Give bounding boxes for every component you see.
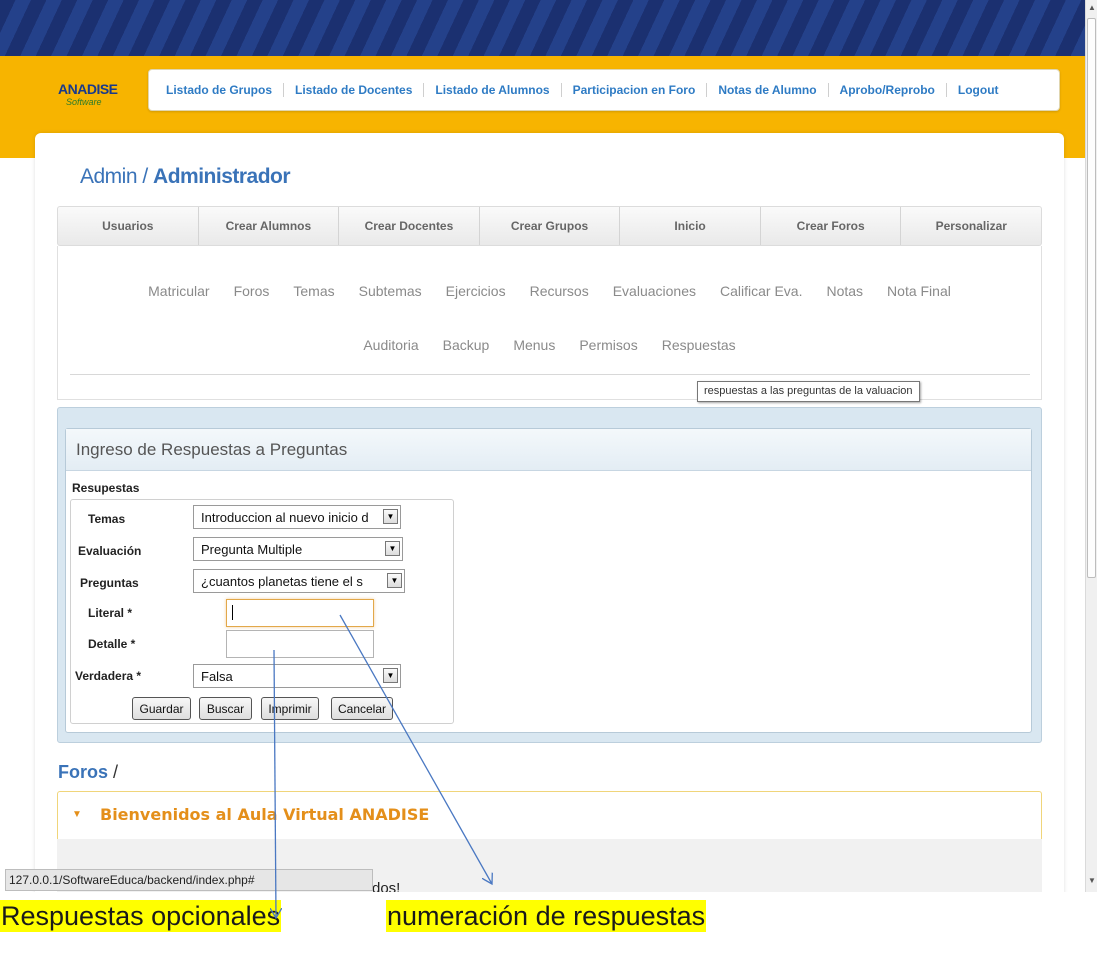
foros-title[interactable]: Foros [58, 762, 108, 782]
link-subtemas[interactable]: Subtemas [347, 283, 434, 299]
link-menus[interactable]: Menus [501, 337, 567, 353]
preguntas-select-value: ¿cuantos planetas tiene el s [201, 574, 363, 589]
foros-separator: / [108, 762, 119, 782]
nav-participacion-foro[interactable]: Participacion en Foro [562, 83, 708, 97]
link-foros[interactable]: Foros [222, 283, 282, 299]
preguntas-label: Preguntas [80, 576, 139, 590]
foro-body-text: dos! [372, 880, 401, 892]
temas-label: Temas [88, 512, 126, 526]
breadcrumb: Admin / Administrador [80, 165, 291, 189]
nav-listado-alumnos[interactable]: Listado de Alumnos [424, 83, 562, 97]
literal-input[interactable] [226, 599, 374, 627]
form-legend: Resupestas [72, 481, 140, 495]
foros-heading: Foros / [58, 762, 118, 783]
submenu-divider [70, 374, 1030, 375]
buscar-button[interactable]: Buscar [199, 697, 252, 720]
browser-status-bar: 127.0.0.1/SoftwareEduca/backend/index.ph… [5, 869, 373, 891]
caret-down-icon: ▼ [72, 809, 82, 820]
form-title: Ingreso de Respuestas a Preguntas [66, 429, 1031, 471]
tab-inicio[interactable]: Inicio [620, 207, 761, 245]
link-permisos[interactable]: Permisos [567, 337, 649, 353]
foro-accordion-item[interactable]: ▼ Bienvenidos al Aula Virtual ANADISE [57, 791, 1042, 839]
link-respuestas[interactable]: Respuestas [650, 337, 748, 353]
link-auditoria[interactable]: Auditoria [351, 337, 430, 353]
nav-logout[interactable]: Logout [947, 83, 1010, 97]
annotation-respuestas-opcionales: Respuestas opcionales [0, 900, 282, 932]
chevron-down-icon: ▼ [383, 509, 398, 524]
tab-crear-alumnos[interactable]: Crear Alumnos [199, 207, 340, 245]
cancelar-button[interactable]: Cancelar [331, 697, 393, 720]
chevron-down-icon: ▼ [383, 668, 398, 683]
scroll-thumb[interactable] [1087, 18, 1096, 578]
submenu-panel: Matricular Foros Temas Subtemas Ejercici… [57, 246, 1042, 400]
breadcrumb-current: Administrador [153, 165, 291, 188]
browser-screenshot: ANADISE Software Listado de Grupos Lista… [0, 0, 1097, 892]
tab-usuarios[interactable]: Usuarios [58, 207, 199, 245]
link-ejercicios[interactable]: Ejercicios [434, 283, 518, 299]
submenu-row-1: Matricular Foros Temas Subtemas Ejercici… [58, 283, 1041, 299]
evaluacion-select[interactable]: Pregunta Multiple ▼ [193, 537, 403, 561]
temas-select-value: Introduccion al nuevo inicio d [201, 510, 369, 525]
chevron-down-icon: ▼ [387, 573, 402, 588]
evaluacion-select-value: Pregunta Multiple [201, 542, 303, 557]
nav-listado-grupos[interactable]: Listado de Grupos [155, 83, 285, 97]
link-notas[interactable]: Notas [814, 283, 875, 299]
verdadera-select-value: Falsa [201, 669, 233, 684]
link-calificar-eva[interactable]: Calificar Eva. [708, 283, 814, 299]
link-temas[interactable]: Temas [281, 283, 346, 299]
detalle-input[interactable] [226, 630, 374, 658]
anadise-logo[interactable]: ANADISE Software [58, 79, 120, 119]
guardar-button[interactable]: Guardar [132, 697, 191, 720]
chevron-down-icon: ▼ [385, 541, 400, 556]
annotation-numeracion-respuestas: numeración de respuestas [386, 900, 707, 932]
header-stripes [0, 0, 1085, 56]
verdadera-label: Verdadera * [75, 669, 142, 683]
submenu-row-2: Auditoria Backup Menus Permisos Respuest… [58, 337, 1041, 353]
vertical-scrollbar[interactable]: ▲ ▼ [1085, 0, 1097, 892]
logo-sub-text: Software [66, 97, 102, 107]
link-nota-final[interactable]: Nota Final [875, 283, 963, 299]
foro-item-title[interactable]: Bienvenidos al Aula Virtual ANADISE [100, 805, 429, 824]
nav-notas-alumno[interactable]: Notas de Alumno [707, 83, 829, 97]
link-matricular[interactable]: Matricular [136, 283, 221, 299]
literal-label: Literal * [88, 606, 133, 620]
nav-aprobo-reprobo[interactable]: Aprobo/Reprobo [829, 83, 947, 97]
scroll-up-icon[interactable]: ▲ [1088, 3, 1096, 12]
link-backup[interactable]: Backup [431, 337, 502, 353]
breadcrumb-separator: / [137, 165, 154, 188]
tab-crear-docentes[interactable]: Crear Docentes [339, 207, 480, 245]
respuestas-tooltip: respuestas a las preguntas de la valuaci… [697, 381, 920, 402]
preguntas-select[interactable]: ¿cuantos planetas tiene el s ▼ [193, 569, 405, 593]
top-nav: Listado de Grupos Listado de Docentes Li… [148, 69, 1060, 111]
link-evaluaciones[interactable]: Evaluaciones [601, 283, 708, 299]
text-caret [232, 605, 233, 620]
tab-personalizar[interactable]: Personalizar [901, 207, 1041, 245]
nav-listado-docentes[interactable]: Listado de Docentes [284, 83, 425, 97]
tab-crear-grupos[interactable]: Crear Grupos [480, 207, 621, 245]
link-recursos[interactable]: Recursos [518, 283, 601, 299]
scroll-down-icon[interactable]: ▼ [1088, 876, 1096, 885]
verdadera-select[interactable]: Falsa ▼ [193, 664, 401, 688]
detalle-label: Detalle * [88, 637, 136, 651]
temas-select[interactable]: Introduccion al nuevo inicio d ▼ [193, 505, 401, 529]
logo-main-text: ANADISE [58, 81, 118, 97]
evaluacion-label: Evaluación [78, 544, 142, 558]
breadcrumb-section[interactable]: Admin [80, 165, 138, 188]
tab-crear-foros[interactable]: Crear Foros [761, 207, 902, 245]
imprimir-button[interactable]: Imprimir [261, 697, 319, 720]
admin-tabs: Usuarios Crear Alumnos Crear Docentes Cr… [57, 206, 1042, 246]
status-url: 127.0.0.1/SoftwareEduca/backend/index.ph… [9, 873, 255, 887]
